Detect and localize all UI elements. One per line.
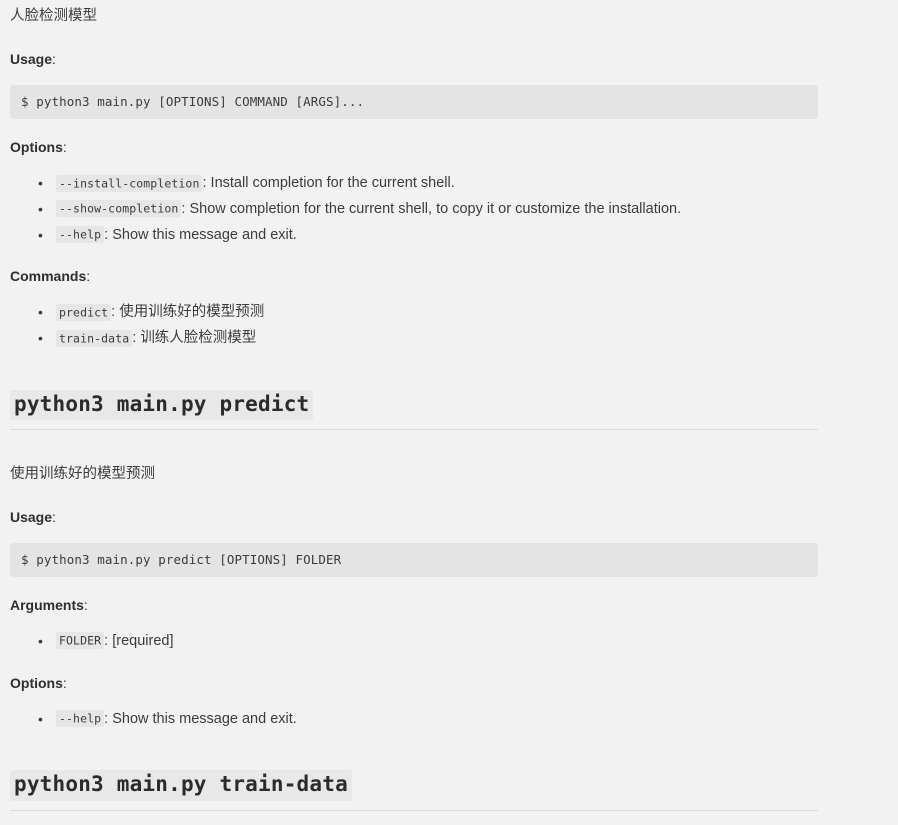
predict-options-label-text: Options xyxy=(10,674,63,691)
predict-options-list: --help: Show this message and exit. xyxy=(10,707,818,733)
predict-arguments-label-colon: : xyxy=(83,596,88,613)
commands-label-colon: : xyxy=(86,268,91,285)
list-item: --show-completion: Show completion for t… xyxy=(38,197,818,223)
predict-arguments-label-text: Arguments xyxy=(10,596,84,613)
main-usage-code-block: $ python3 main.py [OPTIONS] COMMAND [ARG… xyxy=(10,85,818,120)
options-label-text: Options xyxy=(10,139,63,156)
predict-heading-container: python3 main.py predict xyxy=(10,389,818,430)
command-name: train-data xyxy=(56,329,133,347)
predict-usage-section-label: Usage: xyxy=(10,509,818,525)
list-item: train-data: 训练人脸检测模型 xyxy=(38,326,818,352)
option-description: Show completion for the current shell, t… xyxy=(189,200,682,217)
option-separator: : xyxy=(104,226,113,243)
predict-usage-label-colon: : xyxy=(52,508,56,525)
predict-arguments-list: FOLDER: [required] xyxy=(10,629,818,655)
predict-options-label-colon: : xyxy=(62,674,67,691)
option-description: Show this message and exit. xyxy=(112,710,297,727)
list-item: predict: 使用训练好的模型预测 xyxy=(38,300,818,326)
document-content: 人脸检测模型 Usage: $ python3 main.py [OPTIONS… xyxy=(10,0,818,811)
main-commands-list: predict: 使用训练好的模型预测 train-data: 训练人脸检测模型 xyxy=(10,300,818,352)
argument-name: FOLDER xyxy=(56,632,105,650)
option-description: Install completion for the current shell… xyxy=(210,175,455,192)
option-flag: --help xyxy=(56,710,105,728)
train-data-command-heading: python3 main.py train-data xyxy=(10,770,352,801)
option-flag: --install-completion xyxy=(56,174,203,192)
predict-command-heading: python3 main.py predict xyxy=(10,389,314,420)
commands-label-text: Commands xyxy=(10,268,87,285)
app-description: 人脸检测模型 xyxy=(10,8,97,24)
options-label-colon: : xyxy=(62,139,67,156)
command-description: 使用训练好的模型预测 xyxy=(119,304,265,321)
option-separator: : xyxy=(104,710,113,727)
command-description: 训练人脸检测模型 xyxy=(140,330,257,347)
argument-separator: : xyxy=(104,632,113,649)
list-item: --install-completion: Install completion… xyxy=(38,171,818,197)
command-name: predict xyxy=(56,303,112,321)
list-item: FOLDER: [required] xyxy=(38,629,818,655)
commands-section-label: Commands: xyxy=(10,268,818,284)
main-options-list: --install-completion: Install completion… xyxy=(10,171,818,248)
predict-arguments-section-label: Arguments: xyxy=(10,597,818,613)
usage-section-label: Usage: xyxy=(10,51,818,67)
predict-usage-code-block: $ python3 main.py predict [OPTIONS] FOLD… xyxy=(10,542,818,577)
help-document-page: 人脸检测模型 Usage: $ python3 main.py [OPTIONS… xyxy=(0,0,898,811)
option-flag: --help xyxy=(56,226,105,244)
predict-usage-label-text: Usage xyxy=(10,508,53,525)
option-separator: : xyxy=(202,175,211,192)
usage-label-text: Usage xyxy=(10,51,53,68)
predict-description: 使用训练好的模型预测 xyxy=(10,465,155,482)
list-item: --help: Show this message and exit. xyxy=(38,707,818,733)
train-data-heading-container: python3 main.py train-data xyxy=(10,770,818,811)
option-flag: --show-completion xyxy=(56,200,182,218)
usage-label-colon: : xyxy=(52,51,56,68)
options-section-label: Options: xyxy=(10,139,818,155)
predict-options-section-label: Options: xyxy=(10,675,818,691)
list-item: --help: Show this message and exit. xyxy=(38,223,818,249)
argument-description: [required] xyxy=(112,632,174,649)
option-description: Show this message and exit. xyxy=(112,226,297,243)
